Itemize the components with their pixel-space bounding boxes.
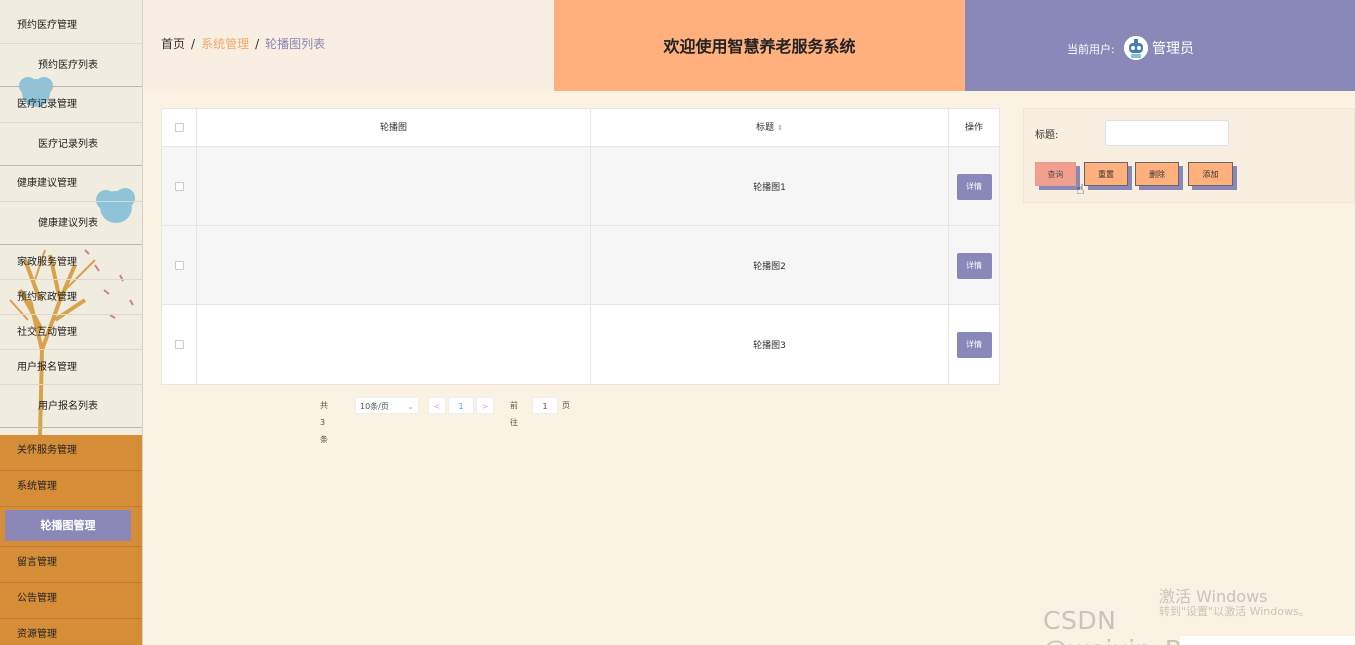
header-user-area: 当前用户: 管理员 [965, 0, 1355, 91]
row-title: 轮播图2 [591, 226, 949, 305]
sidebar-active-wrap: 轮播图管理 [0, 507, 142, 547]
sidebar-orange-section: 关怀服务管理 系统管理 轮播图管理 留言管理 公告管理 资源管理 [0, 435, 142, 645]
hand-cursor-icon: ☝ [1076, 182, 1085, 198]
row-checkbox[interactable] [174, 261, 184, 270]
table-header-checkbox-cell [162, 109, 197, 147]
reset-button[interactable]: 重置 [1084, 162, 1128, 186]
sidebar-group-registration[interactable]: 用户报名管理 [0, 350, 142, 385]
page-unit-label: 页 [562, 401, 570, 410]
breadcrumb-current: 轮播图列表 [265, 37, 326, 51]
query-button[interactable]: 查询 [1035, 162, 1076, 186]
row-checkbox[interactable] [174, 182, 184, 191]
sidebar-item-carousel-active[interactable]: 轮播图管理 [5, 510, 131, 541]
table-header-title[interactable]: 标题 ⇕ [591, 109, 949, 147]
detail-button[interactable]: 详情 [956, 252, 992, 279]
header-breadcrumb-area: 首页 / 系统管理 / 轮播图列表 [143, 0, 554, 91]
sidebar-group-social[interactable]: 社交互动管理 [0, 315, 142, 350]
sidebar-item-message[interactable]: 留言管理 [0, 547, 142, 583]
row-action-cell: 详情 [949, 305, 999, 384]
title-search-label: 标题: [1035, 130, 1059, 141]
chevron-down-icon: ⌄ [407, 402, 414, 411]
delete-button[interactable]: 删除 [1135, 162, 1179, 186]
sidebar-item-health-advice-list[interactable]: 健康建议列表 [0, 202, 142, 245]
row-image-cell [197, 147, 591, 226]
page-title: 欢迎使用智慧养老服务系统 [663, 37, 856, 56]
breadcrumb-separator: / [255, 37, 260, 51]
detail-button[interactable]: 详情 [956, 173, 992, 200]
carousel-table: 轮播图 标题 ⇕ 操作 轮播图1 详情 轮播图2 详情 轮播图3 详情 [161, 108, 1000, 385]
current-user-name[interactable]: 管理员 [1152, 38, 1194, 58]
row-title: 轮播图1 [591, 147, 949, 226]
row-image-cell [197, 305, 591, 384]
sidebar-group-housekeeping[interactable]: 家政服务管理 [0, 245, 142, 280]
sidebar-group-health-advice[interactable]: 健康建议管理 [0, 166, 142, 202]
sidebar-item-registration-list[interactable]: 用户报名列表 [0, 385, 142, 428]
title-search-input[interactable] [1105, 120, 1229, 146]
pagination-total: 共 3 条 [320, 401, 328, 444]
table-row: 轮播图2 详情 [162, 226, 999, 305]
row-title: 轮播图3 [591, 305, 949, 384]
select-all-checkbox[interactable] [174, 123, 184, 132]
table-header-action: 操作 [949, 109, 999, 147]
sidebar-item-care[interactable]: 关怀服务管理 [0, 435, 142, 471]
row-checkbox-cell [162, 226, 197, 305]
search-panel: 标题: 查询 重置 删除 添加 [1023, 108, 1355, 203]
table-header-title-label: 标题 [756, 123, 775, 133]
page-number-current[interactable]: 1 [448, 397, 474, 414]
detail-button[interactable]: 详情 [956, 331, 992, 358]
page-size-select[interactable]: 10条/页 ⌄ [355, 397, 419, 414]
current-user-label: 当前用户: [1067, 43, 1115, 56]
sidebar-group-medical-record[interactable]: 医疗记录管理 [0, 87, 142, 123]
breadcrumb-home[interactable]: 首页 [161, 37, 185, 51]
row-checkbox-cell [162, 147, 197, 226]
goto-label: 前往 [510, 401, 518, 427]
row-action-cell: 详情 [949, 226, 999, 305]
sidebar-group-appointment-medical[interactable]: 预约医疗管理 [0, 8, 142, 44]
page-size-value: 10条/页 [360, 402, 389, 411]
sidebar-item-resource[interactable]: 资源管理 [0, 619, 142, 645]
add-button[interactable]: 添加 [1188, 162, 1233, 186]
table-row: 轮播图3 详情 [162, 305, 999, 384]
table-header-image: 轮播图 [197, 109, 591, 147]
row-action-cell: 详情 [949, 147, 999, 226]
taskbar-strip [1180, 636, 1355, 645]
sidebar: 预约医疗管理 预约医疗列表 医疗记录管理 医疗记录列表 健康建议管理 健康建议列… [0, 0, 143, 645]
goto-page-input[interactable]: 1 [532, 397, 558, 414]
robot-avatar-icon[interactable] [1124, 36, 1148, 60]
breadcrumb-system[interactable]: 系统管理 [201, 37, 249, 51]
prev-page-button[interactable]: < [428, 397, 446, 414]
sidebar-item-notice[interactable]: 公告管理 [0, 583, 142, 619]
breadcrumb-separator: / [191, 37, 196, 51]
row-checkbox[interactable] [174, 340, 184, 349]
row-image-cell [197, 226, 591, 305]
sidebar-group-housekeeping-appointment[interactable]: 预约家政管理 [0, 280, 142, 315]
row-checkbox-cell [162, 305, 197, 384]
sidebar-menu: 预约医疗管理 预约医疗列表 医疗记录管理 医疗记录列表 健康建议管理 健康建议列… [0, 8, 142, 428]
breadcrumb: 首页 / 系统管理 / 轮播图列表 [161, 35, 325, 52]
sidebar-item-medical-record-list[interactable]: 医疗记录列表 [0, 123, 142, 166]
table-row: 轮播图1 详情 [162, 147, 999, 226]
sort-icon[interactable]: ⇕ [777, 124, 783, 132]
sidebar-item-system[interactable]: 系统管理 [0, 471, 142, 507]
sidebar-item-appointment-medical-list[interactable]: 预约医疗列表 [0, 44, 142, 87]
header-title-area: 欢迎使用智慧养老服务系统 [554, 0, 965, 91]
next-page-button[interactable]: > [476, 397, 494, 414]
